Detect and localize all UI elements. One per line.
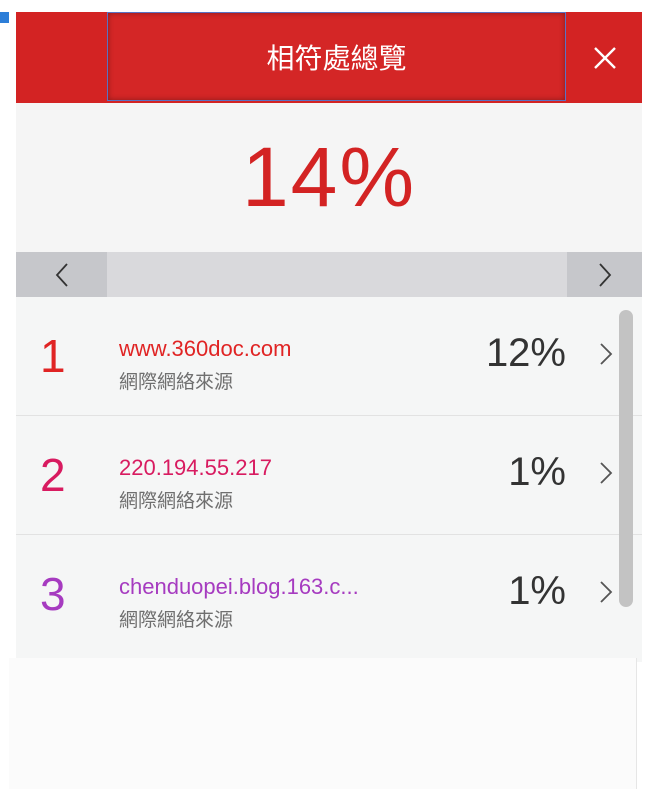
chevron-right-icon[interactable]: [599, 579, 613, 605]
source-row-1[interactable]: 1 www.360doc.com 網際網絡來源 12%: [16, 297, 642, 416]
source-type: 網際網絡來源: [119, 609, 234, 631]
next-button[interactable]: [567, 252, 642, 297]
chevron-left-icon: [55, 262, 68, 287]
source-row-2[interactable]: 2 220.194.55.217 網際網絡來源 1%: [16, 416, 642, 535]
close-icon: [593, 46, 616, 69]
panel-header: 相符處總覽: [16, 12, 642, 103]
panel-title[interactable]: 相符處總覽: [107, 12, 566, 101]
source-link[interactable]: 220.194.55.217: [119, 455, 272, 481]
empty-bottom-area: [9, 658, 637, 789]
source-link[interactable]: chenduopei.blog.163.c...: [119, 574, 359, 600]
chevron-right-icon[interactable]: [599, 460, 613, 486]
match-overview-panel: 相符處總覽 14% 1 www.360doc.com 網際網絡來源 12% 2 …: [16, 12, 642, 662]
chevron-right-icon: [598, 262, 611, 287]
source-percent: 1%: [508, 569, 566, 613]
source-nav-bar: [16, 252, 642, 297]
chevron-right-icon[interactable]: [599, 341, 613, 367]
source-rank: 1: [40, 330, 66, 382]
overall-match-percent: 14%: [241, 130, 417, 224]
corner-mark: [0, 12, 9, 23]
header-left-area: [16, 12, 107, 103]
source-type: 網際網絡來源: [119, 490, 234, 512]
source-link[interactable]: www.360doc.com: [119, 336, 291, 362]
previous-button[interactable]: [16, 252, 107, 297]
source-percent: 1%: [508, 450, 566, 494]
list-scrollbar[interactable]: [619, 310, 633, 607]
source-rank: 2: [40, 449, 66, 501]
source-rank: 3: [40, 568, 66, 620]
source-list: 1 www.360doc.com 網際網絡來源 12% 2 220.194.55…: [16, 297, 642, 662]
source-type: 網際網絡來源: [119, 371, 234, 393]
source-percent: 12%: [485, 331, 566, 375]
source-row-3[interactable]: 3 chenduopei.blog.163.c... 網際網絡來源 1%: [16, 535, 642, 654]
close-button[interactable]: [567, 12, 642, 103]
